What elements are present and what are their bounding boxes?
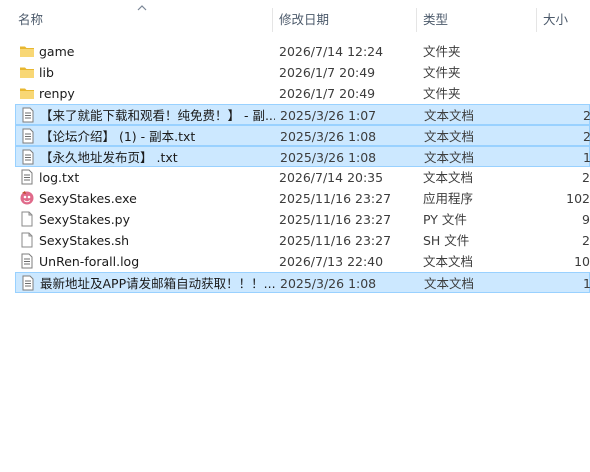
column-header-bar: 名称 修改日期 类型 大小 (0, 0, 590, 40)
file-name: UnRen-forall.log (39, 254, 140, 269)
folder-icon (19, 64, 35, 80)
file-size: 9 (582, 212, 590, 227)
file-date: 2026/7/14 12:24 (279, 44, 384, 59)
file-size: 1 (583, 276, 590, 291)
blank-file-icon (19, 232, 35, 248)
file-date: 2025/3/26 1:08 (280, 150, 377, 165)
file-size (538, 83, 590, 104)
file-date: 2025/3/26 1:08 (280, 129, 377, 144)
file-row[interactable]: 最新地址及APP请发邮箱自动获取！！！... 2025/3/26 1:08 文本文档… (15, 272, 590, 293)
file-name: log.txt (39, 170, 80, 185)
file-row[interactable]: UnRen-forall.log 2026/7/13 22:40 文本文档 10 (15, 251, 590, 272)
file-row[interactable]: SexyStakes.sh 2025/11/16 23:27 SH 文件 2 (15, 230, 590, 251)
text-file-icon (20, 275, 36, 291)
sort-ascending-icon (137, 4, 147, 12)
file-type: 文本文档 (423, 254, 474, 269)
file-name: lib (39, 65, 54, 80)
folder-icon (19, 43, 35, 59)
text-file-icon (20, 149, 36, 165)
file-size: 2 (582, 170, 590, 185)
column-header-type[interactable]: 类型 (423, 0, 448, 40)
file-type: SH 文件 (423, 233, 470, 248)
column-divider[interactable] (536, 8, 537, 32)
file-type: 文件夹 (423, 86, 461, 101)
file-row[interactable]: renpy 2026/1/7 20:49 文件夹 (15, 83, 590, 104)
file-date: 2026/1/7 20:49 (279, 65, 376, 80)
folder-icon (19, 85, 35, 101)
file-date: 2025/3/26 1:08 (280, 276, 377, 291)
file-row[interactable]: 【永久地址发布页】 .txt 2025/3/26 1:08 文本文档 1 (15, 146, 590, 167)
text-file-icon (19, 169, 35, 185)
file-size: 10 (574, 254, 590, 269)
column-header-size[interactable]: 大小 (543, 0, 568, 40)
file-name: renpy (39, 86, 75, 101)
file-size: 2 (583, 129, 590, 144)
file-size (538, 41, 590, 62)
file-date: 2025/3/26 1:07 (280, 108, 377, 123)
file-size: 2 (583, 108, 590, 123)
file-row[interactable]: SexyStakes.exe 2025/11/16 23:27 应用程序 102 (15, 188, 590, 209)
file-name: SexyStakes.exe (39, 191, 137, 206)
app-icon (19, 190, 35, 206)
file-type: 文本文档 (423, 170, 474, 185)
file-size: 2 (582, 233, 590, 248)
file-name: 【永久地址发布页】 .txt (40, 150, 178, 165)
file-name: 【来了就能下载和观看！纯免费！】 - 副... (40, 108, 275, 123)
file-type: 文本文档 (424, 108, 475, 123)
file-type: PY 文件 (423, 212, 467, 227)
column-header-date[interactable]: 修改日期 (279, 0, 329, 40)
file-type: 文本文档 (424, 150, 475, 165)
file-name: 最新地址及APP请发邮箱自动获取！！！... (40, 276, 275, 291)
file-date: 2025/11/16 23:27 (279, 191, 392, 206)
file-date: 2026/7/14 20:35 (279, 170, 384, 185)
file-name: 【论坛介绍】 (1) - 副本.txt (40, 129, 196, 144)
file-name: SexyStakes.py (39, 212, 130, 227)
file-type: 文本文档 (424, 276, 475, 291)
file-size (538, 62, 590, 83)
text-file-icon (20, 107, 36, 123)
file-type: 文件夹 (423, 65, 461, 80)
file-row[interactable]: SexyStakes.py 2025/11/16 23:27 PY 文件 9 (15, 209, 590, 230)
column-header-name[interactable]: 名称 (18, 0, 43, 40)
file-date: 2025/11/16 23:27 (279, 212, 392, 227)
file-row[interactable]: 【来了就能下载和观看！纯免费！】 - 副... 2025/3/26 1:07 文本文… (15, 104, 590, 125)
file-type: 文本文档 (424, 129, 475, 144)
file-row[interactable]: lib 2026/1/7 20:49 文件夹 (15, 62, 590, 83)
blank-file-icon (19, 211, 35, 227)
file-size: 1 (583, 150, 590, 165)
file-name: game (39, 44, 75, 59)
file-row[interactable]: log.txt 2026/7/14 20:35 文本文档 2 (15, 167, 590, 188)
file-type: 文件夹 (423, 44, 461, 59)
text-file-icon (19, 253, 35, 269)
file-type: 应用程序 (423, 191, 474, 206)
text-file-icon (20, 128, 36, 144)
file-row[interactable]: 【论坛介绍】 (1) - 副本.txt 2025/3/26 1:08 文本文档 2 (15, 125, 590, 146)
file-row[interactable]: game 2026/7/14 12:24 文件夹 (15, 41, 590, 62)
file-date: 2026/1/7 20:49 (279, 86, 376, 101)
column-divider[interactable] (416, 8, 417, 32)
file-date: 2025/11/16 23:27 (279, 233, 392, 248)
file-size: 102 (566, 191, 590, 206)
file-name: SexyStakes.sh (39, 233, 130, 248)
column-divider[interactable] (272, 8, 273, 32)
file-date: 2026/7/13 22:40 (279, 254, 384, 269)
